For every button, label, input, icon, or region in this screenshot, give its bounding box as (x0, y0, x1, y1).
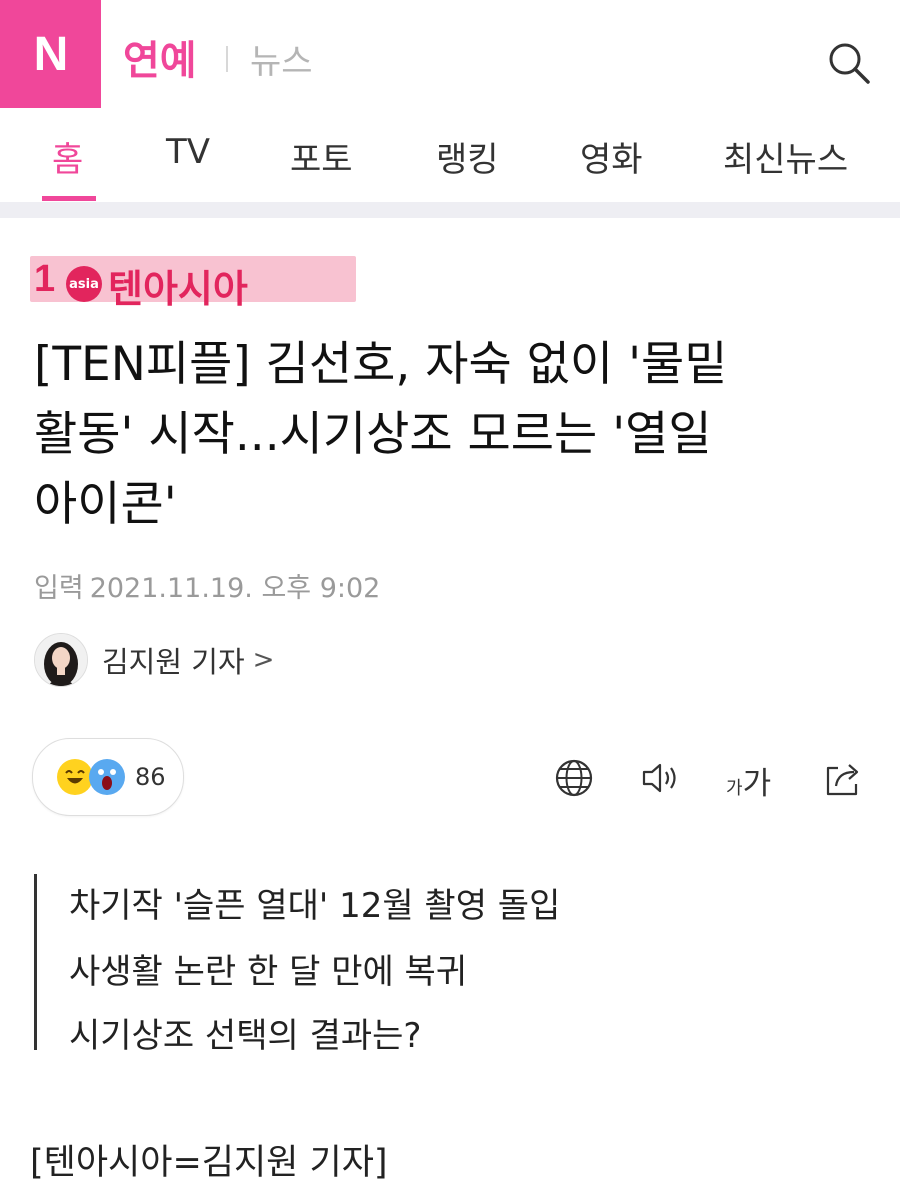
summary-line: 시기상조 선택의 결과는? (69, 1016, 422, 1056)
section-separator (0, 202, 900, 218)
tab-tv[interactable]: TV (166, 132, 210, 198)
chevron-right-icon: > (252, 645, 275, 675)
section-title[interactable]: 연예 (123, 28, 197, 86)
article-headline: [TEN피플] 김선호, 자숙 없이 '물밑 활동' 시작...시기상조 모르는… (34, 330, 874, 540)
summary-line: 사생활 논란 한 달 만에 복귀 (69, 952, 468, 992)
font-size-small-glyph: 가 (726, 778, 743, 799)
tab-home[interactable]: 홈 (52, 132, 83, 198)
nav-tabs: 홈 TV 포토 랭킹 영화 최신뉴스 (0, 108, 900, 202)
surprise-emoji-icon (89, 759, 125, 795)
header-divider (226, 46, 228, 72)
headline-line: 아이콘' (34, 477, 177, 532)
date-label: 입력 (34, 573, 84, 604)
press-logo-dot: asia (66, 266, 102, 302)
share-icon[interactable] (822, 756, 866, 800)
tab-photo[interactable]: 포토 (290, 132, 353, 198)
naver-logo[interactable]: N (0, 0, 101, 108)
article-summary: 차기작 '슬픈 열대' 12월 촬영 돌입 사생활 논란 한 달 만에 복귀 시… (34, 874, 857, 1056)
article-date: 입력 2021.11.19. 오후 9:02 (34, 566, 380, 605)
press-name: 텐아시아 (108, 267, 248, 311)
font-size-big-glyph: 가 (742, 766, 772, 802)
press-logo-mark: 1 (34, 258, 56, 300)
avatar (34, 633, 88, 687)
naver-logo-letter: N (33, 27, 69, 81)
summary-line: 차기작 '슬픈 열대' 12월 촬영 돌입 (69, 886, 561, 926)
reaction-button[interactable]: 86 (32, 738, 184, 816)
press-logo[interactable]: 1 asia 텐아시아 (30, 252, 360, 312)
headline-line: [TEN피플] 김선호, 자숙 없이 '물밑 (34, 337, 728, 392)
date-value: 2021.11.19. 오후 9:02 (89, 573, 381, 604)
globe-icon[interactable] (552, 756, 596, 800)
article-byline: [텐아시아=김지원 기자] (30, 1143, 388, 1183)
tab-ranking[interactable]: 랭킹 (436, 132, 499, 198)
headline-line: 활동' 시작...시기상조 모르는 '열일 (34, 407, 712, 462)
sub-title[interactable]: 뉴스 (250, 34, 313, 83)
active-tab-indicator (42, 196, 96, 201)
reporter-name: 김지원 기자 (102, 645, 245, 679)
font-size-button[interactable]: 가가 (726, 758, 771, 802)
reaction-count: 86 (135, 763, 166, 791)
laugh-emoji-icon (57, 759, 93, 795)
top-header: N 연예 뉴스 (0, 0, 900, 109)
tab-latest-news[interactable]: 최신뉴스 (723, 132, 848, 198)
speaker-icon[interactable] (638, 756, 682, 800)
reporter-link[interactable]: 김지원 기자 > (34, 632, 274, 688)
tab-movie[interactable]: 영화 (580, 132, 643, 198)
search-icon[interactable] (826, 40, 872, 86)
